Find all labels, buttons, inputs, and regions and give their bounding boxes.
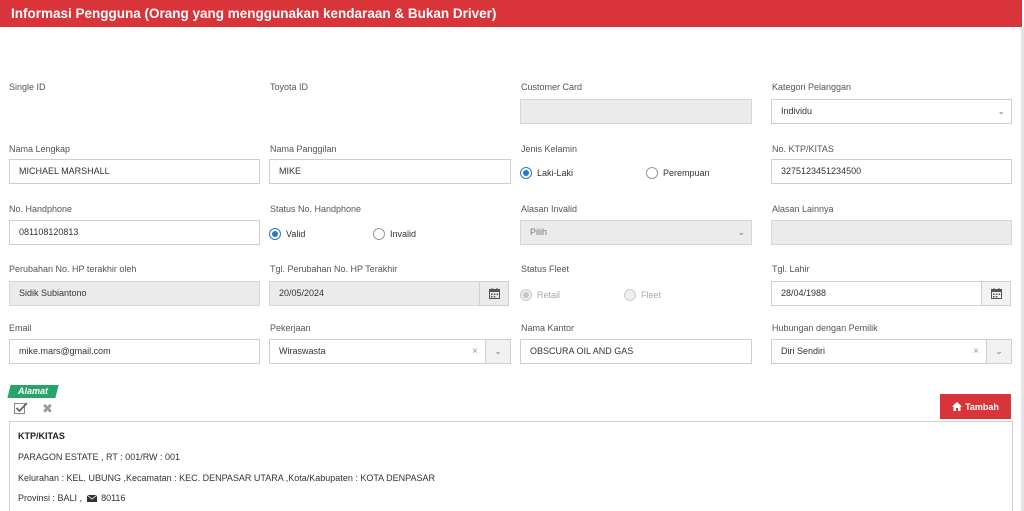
radio-checked-icon — [269, 228, 281, 240]
radio-laki-laki[interactable]: Laki-Laki — [520, 167, 573, 179]
alasan-invalid-select: Pilih ⌄ — [520, 220, 752, 245]
alasan-lainnya-label: Alasan Lainnya — [772, 204, 834, 214]
radio-checked-icon — [520, 289, 532, 301]
alasan-lainnya-input — [771, 220, 1012, 245]
kategori-pelanggan-select[interactable]: Individu ⌄ — [771, 99, 1012, 124]
radio-retail-label: Retail — [537, 290, 561, 300]
pekerjaan-select[interactable]: Wiraswasta × ⌄ — [269, 339, 511, 364]
alasan-invalid-placeholder: Pilih — [530, 227, 548, 237]
clear-icon[interactable]: × — [973, 340, 979, 363]
pekerjaan-label: Pekerjaan — [270, 323, 311, 333]
radio-laki-laki-label: Laki-Laki — [537, 168, 574, 178]
radio-unchecked-icon — [646, 167, 658, 179]
perubahan-hp-oleh-field: Sidik Subiantono — [9, 281, 260, 306]
address-street: PARAGON ESTATE , RT : 001/RW : 001 — [18, 452, 181, 462]
section-title: Informasi Pengguna (Orang yang menggunak… — [11, 6, 497, 21]
pekerjaan-value: Wiraswasta — [279, 346, 326, 356]
envelope-icon — [86, 494, 97, 503]
toyota-id-label: Toyota ID — [270, 82, 309, 92]
alasan-invalid-label: Alasan Invalid — [521, 204, 578, 214]
nama-kantor-input[interactable]: OBSCURA OIL AND GAS — [520, 339, 752, 364]
customer-card-label: Customer Card — [521, 82, 583, 92]
perubahan-hp-oleh-label: Perubahan No. HP terakhir oleh — [9, 264, 137, 274]
radio-fleet: Fleet — [624, 289, 661, 301]
nama-panggilan-input[interactable]: MIKE — [269, 159, 511, 184]
address-postal-code: 80116 — [101, 493, 126, 503]
hubungan-pemilik-value: Diri Sendiri — [781, 346, 826, 356]
hubungan-pemilik-label: Hubungan dengan Pemilik — [772, 323, 878, 333]
add-address-label: Tambah — [965, 401, 999, 412]
tgl-perubahan-hp-field: 20/05/2024 — [269, 281, 481, 306]
add-address-button[interactable]: Tambah — [940, 394, 1011, 419]
chevron-down-icon: ⌄ — [997, 106, 1005, 116]
no-ktp-input[interactable]: 3275123451234500 — [771, 159, 1012, 184]
nama-lengkap-input[interactable]: MICHAEL MARSHALL — [9, 159, 260, 184]
nama-panggilan-label: Nama Panggilan — [270, 144, 337, 154]
chevron-down-icon[interactable]: ⌄ — [986, 340, 1011, 363]
radio-invalid-label: Invalid — [390, 229, 417, 239]
nama-kantor-label: Nama Kantor — [521, 323, 575, 333]
home-icon — [952, 402, 963, 411]
radio-perempuan-label: Perempuan — [663, 168, 710, 178]
email-input[interactable]: mike.mars@gmail.com — [9, 339, 260, 364]
single-id-label: Single ID — [9, 82, 46, 92]
radio-fleet-label: Fleet — [641, 290, 662, 300]
checkbox-check-icon[interactable] — [14, 402, 28, 416]
clear-icon[interactable]: × — [472, 340, 478, 363]
status-fleet-label: Status Fleet — [521, 264, 570, 274]
kategori-pelanggan-value: Individu — [781, 106, 813, 116]
tgl-perubahan-hp-label: Tgl. Perubahan No. HP Terakhir — [270, 264, 398, 274]
customer-card-field — [520, 99, 752, 124]
tgl-lahir-label: Tgl. Lahir — [772, 264, 810, 274]
status-handphone-label: Status No. Handphone — [270, 204, 362, 214]
hubungan-pemilik-select[interactable]: Diri Sendiri × ⌄ — [771, 339, 1012, 364]
calendar-icon — [488, 288, 500, 299]
radio-retail: Retail — [520, 289, 560, 301]
email-label: Email — [9, 323, 32, 333]
no-handphone-input[interactable]: 081108120813 — [9, 220, 260, 245]
address-province-line: Provinsi : BALI , 80116 — [18, 493, 125, 503]
jenis-kelamin-label: Jenis Kelamin — [521, 144, 578, 154]
no-handphone-label: No. Handphone — [9, 204, 73, 214]
chevron-down-icon: ⌄ — [737, 227, 745, 237]
address-tag: Alamat — [7, 385, 59, 398]
close-icon[interactable]: ✖ — [42, 401, 53, 417]
nama-lengkap-label: Nama Lengkap — [9, 144, 71, 154]
calendar-icon — [990, 288, 1002, 299]
address-type: KTP/KITAS — [18, 431, 65, 441]
radio-perempuan[interactable]: Perempuan — [646, 167, 710, 179]
kategori-pelanggan-label: Kategori Pelanggan — [772, 82, 852, 92]
calendar-button[interactable] — [981, 281, 1011, 306]
radio-unchecked-icon — [373, 228, 385, 240]
radio-checked-icon — [520, 167, 532, 179]
calendar-button — [479, 281, 509, 306]
radio-unchecked-icon — [624, 289, 636, 301]
radio-valid-label: Valid — [286, 229, 306, 239]
address-card: KTP/KITAS PARAGON ESTATE , RT : 001/RW :… — [9, 421, 1013, 511]
chevron-down-icon[interactable]: ⌄ — [485, 340, 510, 363]
address-province: Provinsi : BALI , — [18, 493, 83, 503]
radio-invalid[interactable]: Invalid — [373, 228, 416, 240]
address-region: Kelurahan : KEL. UBUNG ,Kecamatan : KEC.… — [18, 473, 436, 483]
tgl-lahir-input[interactable]: 28/04/1988 — [771, 281, 982, 306]
no-ktp-label: No. KTP/KITAS — [772, 144, 834, 154]
section-header: Informasi Pengguna (Orang yang menggunak… — [0, 0, 1022, 27]
radio-valid[interactable]: Valid — [269, 228, 305, 240]
